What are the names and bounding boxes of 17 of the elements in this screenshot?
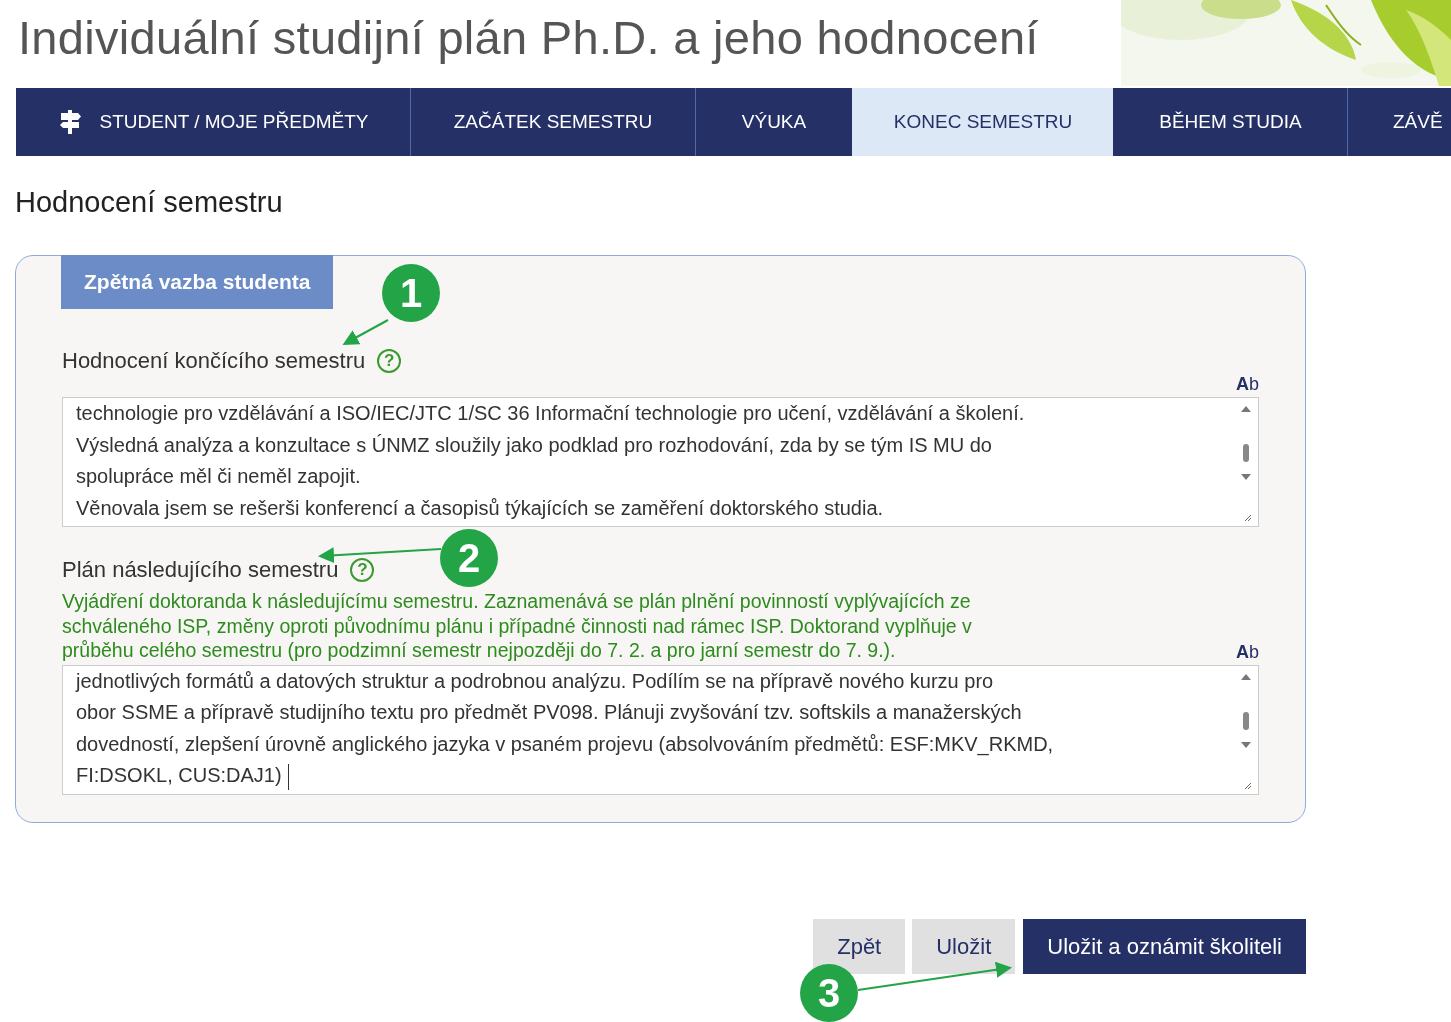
field-label: Hodnocení končícího semestru <box>62 348 366 374</box>
spellcheck-toggle[interactable]: Ab <box>1236 641 1259 663</box>
callout-badge: 3 <box>800 964 858 1022</box>
field-label: Plán následujícího semestru <box>62 557 339 583</box>
resize-icon[interactable] <box>1242 512 1252 522</box>
nav-tab[interactable]: KONEC SEMESTRU <box>852 88 1113 156</box>
callout-arrow <box>342 319 389 345</box>
form-button[interactable]: Uložit <box>912 919 1016 974</box>
panel-legend: Zpětná vazba studenta <box>61 255 334 309</box>
text-area[interactable]: technologie pro vzdělávání a ISO/IEC/JTC 1/SC 36 Informační technologie pro učení, vzdělávání a školení. Výsledná analýza a konzultace s ÚNMZ sloužily jako podklad pro rozhodování, zda by se tým IS MU do spolupráce měl či neměl zapojit. Věnovala jsem se rešerši konferencí a časopisů týkajících se zaměření doktorského studia. <box>62 397 1259 527</box>
field-hint: Vyjádření doktoranda k následujícímu semestru. Zaznamenává se plán plnění povinností vyplývajících ze schváleného ISP, změny oproti původnímu plánu i případné činnosti nad rámec ISP. Doktorand vyplňuje v průběhu celého semestru (pro podzimní semestr nejpozději do 7. 2. a pro jarní semestr do 7. 9.). <box>62 589 972 663</box>
form-button[interactable]: Uložit a oznámit školiteli <box>1023 919 1306 974</box>
page-title: Individuální studijní plán Ph.D. a jeho hodnocení <box>18 10 1039 66</box>
form-button[interactable]: Zpět <box>813 919 906 974</box>
section-heading: Hodnocení semestru <box>15 186 284 219</box>
text-area[interactable]: jednotlivých formátů a datových struktur a podrobnou analýzu. Podílím se na přípravě nového kurzu pro obor SSME a přípravě studijního textu pro předmět PV098. Plánuji zvyšování tzv. softskils a manažerských dovedností, zlepšení úrovně anglického jazyka v psaném projevu (absolvováním předmětů: ESF:MKV_RKMD, FI:DSOKL, CUS:DAJ1) <box>62 664 1259 795</box>
spellcheck-toggle[interactable]: Ab <box>1236 374 1259 395</box>
